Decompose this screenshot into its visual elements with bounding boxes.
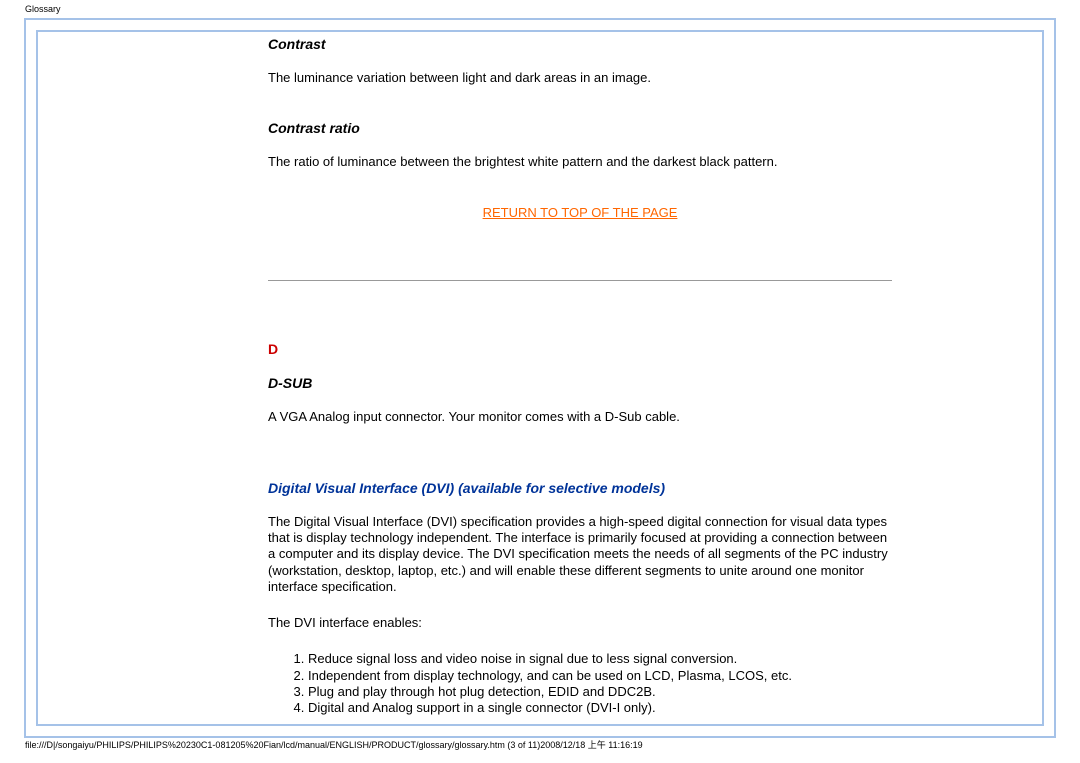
section-letter-d: D: [268, 341, 892, 357]
term-contrast-body: The luminance variation between light an…: [268, 70, 892, 86]
outer-frame: Contrast The luminance variation between…: [24, 18, 1056, 738]
section-divider: [268, 280, 892, 281]
list-item: Plug and play through hot plug detection…: [308, 684, 892, 700]
dvi-enables-intro: The DVI interface enables:: [268, 615, 892, 631]
inner-frame: Contrast The luminance variation between…: [36, 30, 1044, 726]
page-header-title: Glossary: [0, 0, 1080, 14]
term-contrast-heading: Contrast: [268, 36, 892, 52]
term-contrast-ratio-body: The ratio of luminance between the brigh…: [268, 154, 892, 170]
return-to-top-link[interactable]: RETURN TO TOP OF THE PAGE: [268, 205, 892, 220]
term-contrast-ratio-heading: Contrast ratio: [268, 120, 892, 136]
term-dvi-heading: Digital Visual Interface (DVI) (availabl…: [268, 480, 892, 496]
term-dvi-body: The Digital Visual Interface (DVI) speci…: [268, 514, 892, 595]
term-dsub-heading: D-SUB: [268, 375, 892, 391]
footer-file-path: file:///D|/songaiyu/PHILIPS/PHILIPS%2023…: [25, 738, 643, 751]
term-dsub-body: A VGA Analog input connector. Your monit…: [268, 409, 892, 425]
list-item: Independent from display technology, and…: [308, 668, 892, 684]
list-item: Reduce signal loss and video noise in si…: [308, 651, 892, 667]
content-area: Contrast The luminance variation between…: [268, 32, 892, 716]
list-item: Digital and Analog support in a single c…: [308, 700, 892, 716]
dvi-enables-list: Reduce signal loss and video noise in si…: [268, 651, 892, 716]
